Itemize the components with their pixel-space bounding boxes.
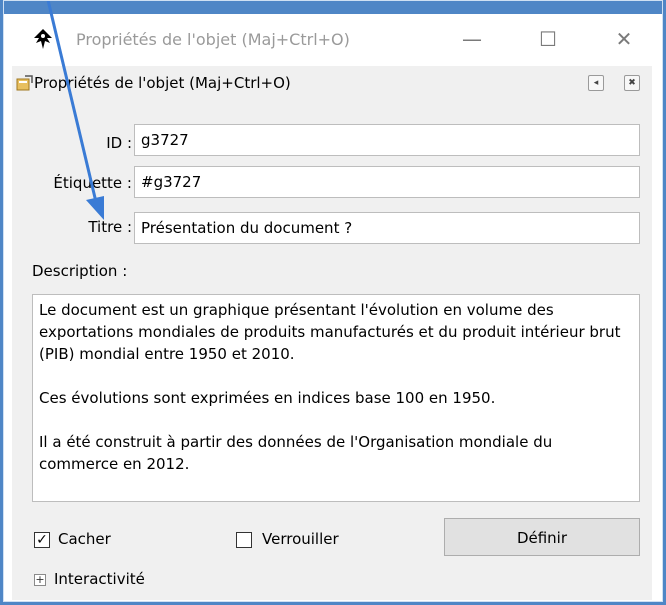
window-frame: [0, 0, 666, 605]
